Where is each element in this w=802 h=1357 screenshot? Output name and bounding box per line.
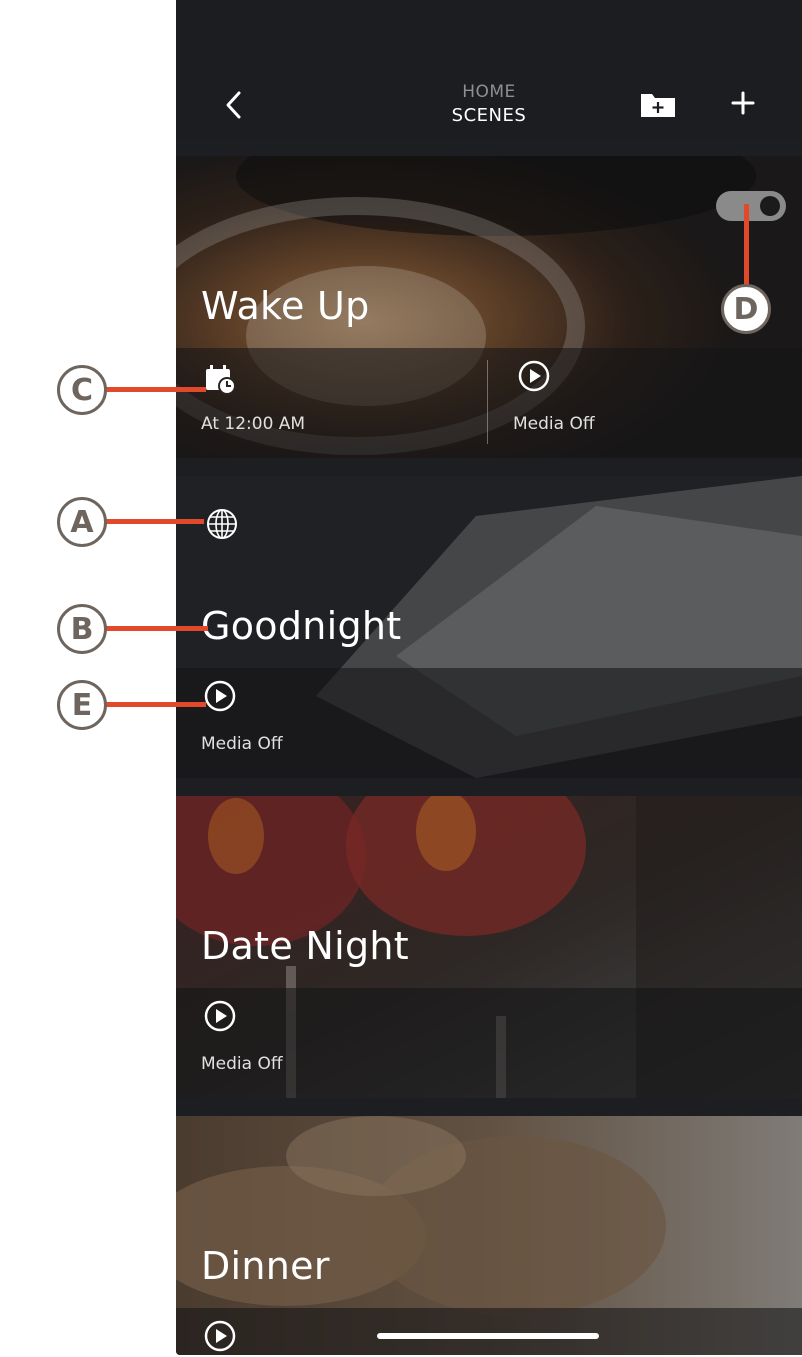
callout-b: B: [57, 604, 107, 654]
calendar-clock-icon[interactable]: [204, 364, 236, 396]
scene-card-goodnight[interactable]: Goodnight Media Off: [176, 476, 802, 778]
callout-d: D: [721, 284, 771, 334]
callout-line-b: [104, 626, 208, 631]
play-circle-icon[interactable]: [204, 1000, 236, 1032]
nav-title-main: SCENES: [451, 105, 527, 126]
home-indicator: [377, 1333, 599, 1339]
phone-screen: HOME SCENES Wake Up At 12:00 AM Media Of…: [176, 0, 802, 1355]
scene-enable-toggle[interactable]: [716, 191, 786, 221]
callout-line-a: [104, 519, 204, 524]
play-circle-icon[interactable]: [204, 680, 236, 712]
scene-card-date-night[interactable]: Date Night Media Off: [176, 796, 802, 1098]
toggle-knob: [760, 196, 780, 216]
scene-card-wake-up[interactable]: Wake Up At 12:00 AM Media Off: [176, 156, 802, 458]
divider: [487, 360, 488, 444]
callout-line-e: [104, 702, 206, 707]
plus-icon[interactable]: [728, 88, 758, 118]
nav-title-top: HOME: [462, 82, 516, 102]
scene-title: Dinner: [201, 1244, 330, 1288]
media-label: Media Off: [513, 414, 595, 434]
callout-c: C: [57, 365, 107, 415]
scene-actions-bar: At 12:00 AM Media Off: [176, 348, 802, 458]
callout-e: E: [57, 680, 107, 730]
callout-a: A: [57, 497, 107, 547]
scene-actions-bar: Media Off: [176, 668, 802, 778]
callout-line-c: [104, 387, 206, 392]
schedule-label: At 12:00 AM: [201, 414, 306, 434]
nav-bar: HOME SCENES: [176, 0, 802, 138]
play-circle-icon[interactable]: [204, 1320, 236, 1352]
callout-line-d: [744, 204, 749, 286]
scene-actions-bar: Media Off: [176, 988, 802, 1098]
scene-actions-bar: [176, 1308, 802, 1355]
folder-add-icon[interactable]: [640, 90, 676, 120]
media-label: Media Off: [201, 1054, 283, 1074]
globe-icon: [207, 509, 237, 539]
scene-title: Goodnight: [201, 604, 402, 648]
scene-card-dinner[interactable]: Dinner: [176, 1116, 802, 1355]
play-circle-icon[interactable]: [518, 360, 550, 392]
media-label: Media Off: [201, 734, 283, 754]
scene-title: Date Night: [201, 924, 409, 968]
scene-title: Wake Up: [201, 284, 370, 328]
